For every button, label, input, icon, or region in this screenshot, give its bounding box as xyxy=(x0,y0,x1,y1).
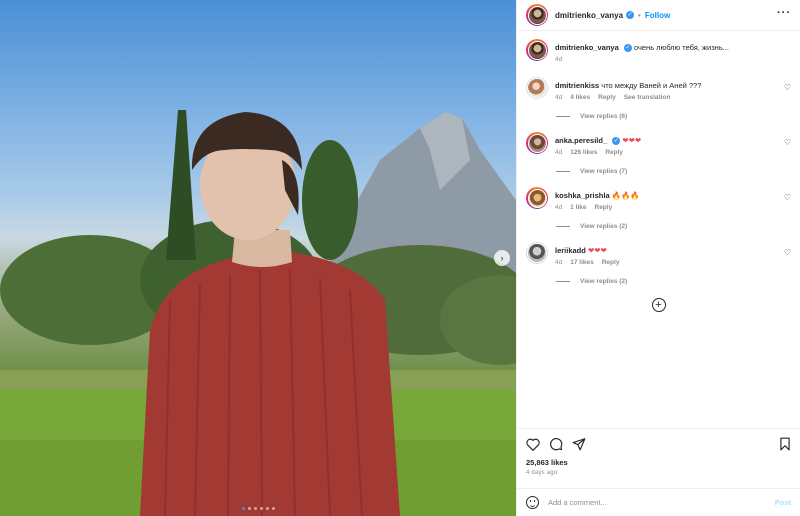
verified-icon: ✓ xyxy=(623,44,632,53)
heart-icon[interactable]: ♡ xyxy=(784,138,791,147)
heart-icon[interactable]: ♡ xyxy=(784,248,791,257)
post-header: dmitrienko_vanya ✓ • Follow ··· xyxy=(517,0,800,31)
comments-list[interactable]: dmitrienko_vanya ✓ очень люблю тебя, жиз… xyxy=(517,32,800,427)
carousel-dots xyxy=(0,507,516,510)
view-replies-button[interactable]: View replies (6) xyxy=(556,113,791,120)
verified-icon: ✓ xyxy=(612,137,621,146)
commenter-avatar[interactable] xyxy=(526,187,548,209)
post-details-panel: dmitrienko_vanya ✓ • Follow ··· dmitrien… xyxy=(516,0,800,516)
reply-button[interactable]: Reply xyxy=(598,94,616,101)
chevron-right-icon: › xyxy=(500,253,504,263)
heart-icon[interactable] xyxy=(526,438,540,451)
comment-icon[interactable] xyxy=(549,437,563,451)
share-icon[interactable] xyxy=(572,437,586,451)
comment-item: leriikadd ❤❤❤ 4d 17 likes Reply ♡ xyxy=(526,242,791,266)
comment-item: dmitrienkiss что между Ваней и Аней ??? … xyxy=(526,77,791,101)
caption: dmitrienko_vanya ✓ очень люблю тебя, жиз… xyxy=(526,39,791,63)
post-photo[interactable]: › xyxy=(0,0,516,516)
view-replies-button[interactable]: View replies (2) xyxy=(556,278,791,285)
author-username[interactable]: dmitrienko_vanya xyxy=(555,11,623,20)
comment-text: ❤❤❤ xyxy=(587,246,607,255)
emoji-icon[interactable] xyxy=(526,496,539,509)
plus-icon[interactable]: + xyxy=(651,298,666,312)
carousel-dot xyxy=(259,507,263,510)
view-replies-label: View replies (2) xyxy=(580,223,628,230)
commenter-avatar[interactable] xyxy=(526,77,548,99)
author-avatar[interactable] xyxy=(526,39,548,61)
author-avatar[interactable] xyxy=(526,4,548,26)
carousel-dot xyxy=(253,507,257,510)
view-replies-label: View replies (2) xyxy=(580,278,628,285)
carousel-dot xyxy=(271,507,275,510)
comment-time: 4d xyxy=(555,94,563,101)
post-time: 4 days ago xyxy=(526,470,558,476)
commenter-avatar[interactable] xyxy=(526,132,548,154)
comment-username[interactable]: dmitrienkiss xyxy=(555,81,599,90)
carousel-dot xyxy=(265,507,269,510)
comment-likes[interactable]: 17 likes xyxy=(570,259,594,266)
reply-button[interactable]: Reply xyxy=(605,149,623,156)
caption-time: 4d xyxy=(555,56,563,63)
view-replies-button[interactable]: View replies (7) xyxy=(556,168,791,175)
follow-button[interactable]: Follow xyxy=(645,11,670,20)
caption-username[interactable]: dmitrienko_vanya xyxy=(555,43,619,52)
comment-likes[interactable]: 1 like xyxy=(570,204,586,211)
carousel-dot xyxy=(241,507,245,510)
bookmark-icon[interactable] xyxy=(779,437,791,451)
comment-username[interactable]: anka.peresild_ xyxy=(555,136,607,145)
reply-button[interactable]: Reply xyxy=(595,204,613,211)
separator-dot: • xyxy=(638,10,641,20)
comment-time: 4d xyxy=(555,204,563,211)
reply-button[interactable]: Reply xyxy=(602,259,620,266)
post-button[interactable]: Post xyxy=(775,498,791,507)
comment-text: что между Ваней и Аней ??? xyxy=(601,81,702,90)
heart-icon[interactable]: ♡ xyxy=(784,193,791,202)
comment-input[interactable] xyxy=(548,498,775,507)
post-actions: 25,863 likes 4 days ago xyxy=(517,428,800,476)
comment-username[interactable]: koshka_prishla xyxy=(555,191,610,200)
caption-text: очень люблю тебя, жизнь... xyxy=(633,43,729,52)
see-translation-button[interactable]: See translation xyxy=(624,94,671,101)
likes-count[interactable]: 25,863 likes xyxy=(526,458,791,467)
photo-scene xyxy=(0,110,516,516)
verified-icon: ✓ xyxy=(626,11,635,19)
comment-text: 🔥🔥🔥 xyxy=(611,191,640,200)
heart-icon[interactable]: ♡ xyxy=(784,83,791,92)
more-icon[interactable]: ··· xyxy=(777,7,791,23)
comment-likes[interactable]: 126 likes xyxy=(570,149,597,156)
comment-username[interactable]: leriikadd xyxy=(555,246,586,255)
commenter-avatar[interactable] xyxy=(526,242,548,264)
comment-time: 4d xyxy=(555,149,563,156)
comment-item: koshka_prishla 🔥🔥🔥 4d 1 like Reply ♡ xyxy=(526,187,791,211)
add-comment-bar: Post xyxy=(517,488,800,516)
view-replies-label: View replies (6) xyxy=(580,113,628,120)
next-photo-button[interactable]: › xyxy=(494,250,510,266)
comment-item: anka.peresild_ ✓ ❤❤❤ 4d 126 likes Reply … xyxy=(526,132,791,156)
comment-text: ❤❤❤ xyxy=(622,136,642,145)
carousel-dot xyxy=(247,507,251,510)
view-replies-button[interactable]: View replies (2) xyxy=(556,223,791,230)
view-replies-label: View replies (7) xyxy=(580,168,628,175)
comment-likes[interactable]: 4 likes xyxy=(570,94,590,101)
comment-time: 4d xyxy=(555,259,563,266)
